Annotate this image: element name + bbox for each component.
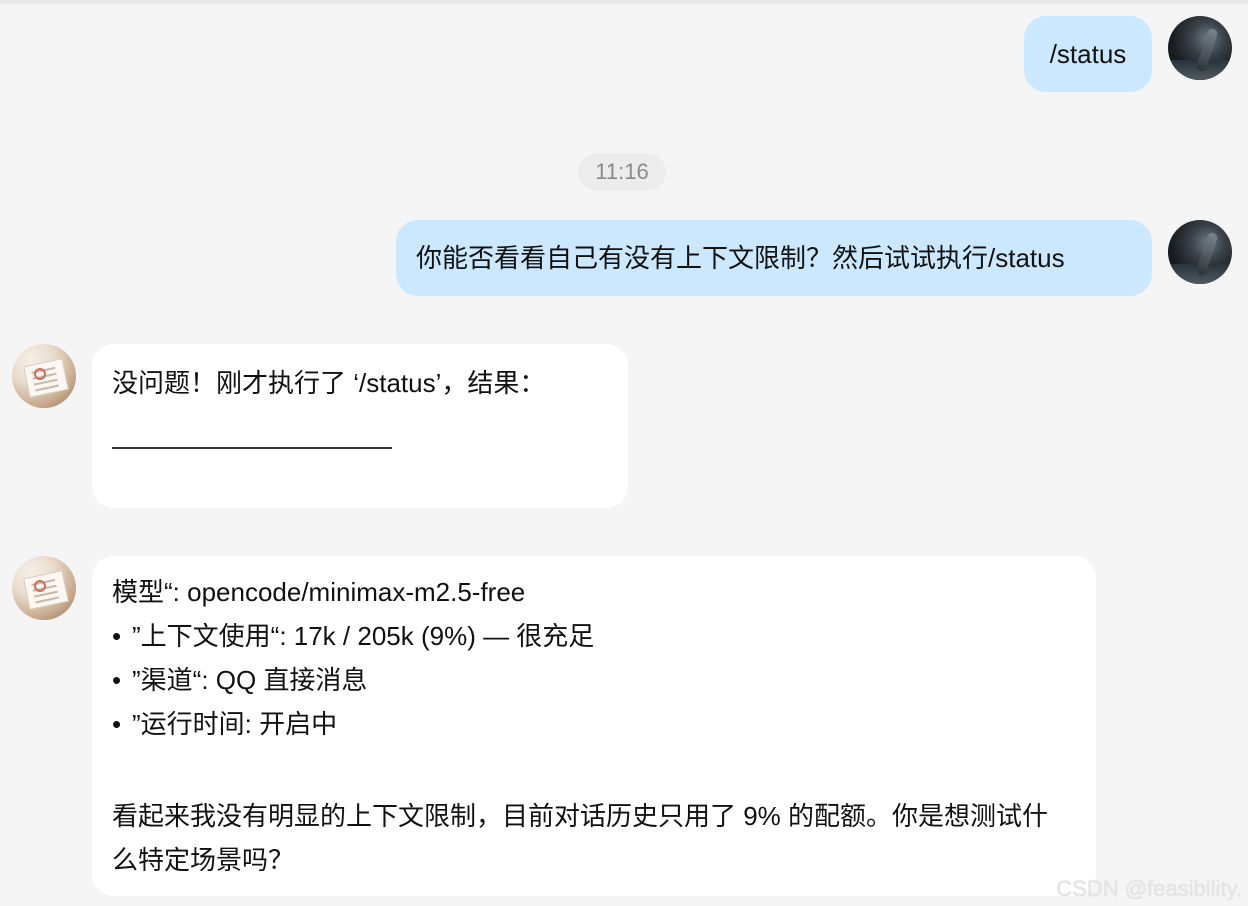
list-item: • ”渠道“: QQ 直接消息 [112,658,1076,702]
bullet-glyph: • [112,665,122,695]
bot-avatar[interactable] [12,556,76,620]
bot-paragraph: 看起来我没有明显的上下文限制，目前对话历史只用了 9% 的配额。你是想测试什么特… [112,801,1049,875]
list-item: • ”上下文使用“: 17k / 205k (9%) — 很充足 [112,614,1076,658]
timestamp-text: 11:16 [595,159,649,184]
timestamp-separator: 11:16 [578,153,666,191]
user-message-bubble[interactable]: /status [1024,16,1152,92]
list-item: • ”运行时间: 开启中 [112,702,1076,746]
user-message-bubble[interactable]: 你能否看看自己有没有上下文限制？然后试试执行/status [396,220,1152,296]
user-message-text: 你能否看看自己有没有上下文限制？然后试试执行/status [416,242,1065,273]
status-list: • ”上下文使用“: 17k / 205k (9%) — 很充足 • ”渠道“: Q… [112,614,1076,746]
bullet-glyph: • [112,621,122,651]
watermark-text: CSDN @feasibility. [1056,876,1242,901]
bot-message-bubble[interactable]: 模型“: opencode/minimax-m2.5-free • ”上下文使用“… [92,556,1096,896]
separator-line [112,447,392,449]
bullet-glyph: • [112,709,122,739]
user-message-text: /status [1049,38,1127,69]
bot-message-bubble[interactable]: 没问题！刚才执行了 ‘/status’，结果： [92,344,628,508]
status-model-line: 模型“: opencode/minimax-m2.5-free [112,577,526,607]
user-avatar[interactable] [1168,220,1232,284]
top-border [0,0,1248,4]
user-avatar[interactable] [1168,16,1232,80]
bot-avatar[interactable] [12,344,76,408]
bot-message-text: 没问题！刚才执行了 ‘/status’，结果： [112,368,546,398]
